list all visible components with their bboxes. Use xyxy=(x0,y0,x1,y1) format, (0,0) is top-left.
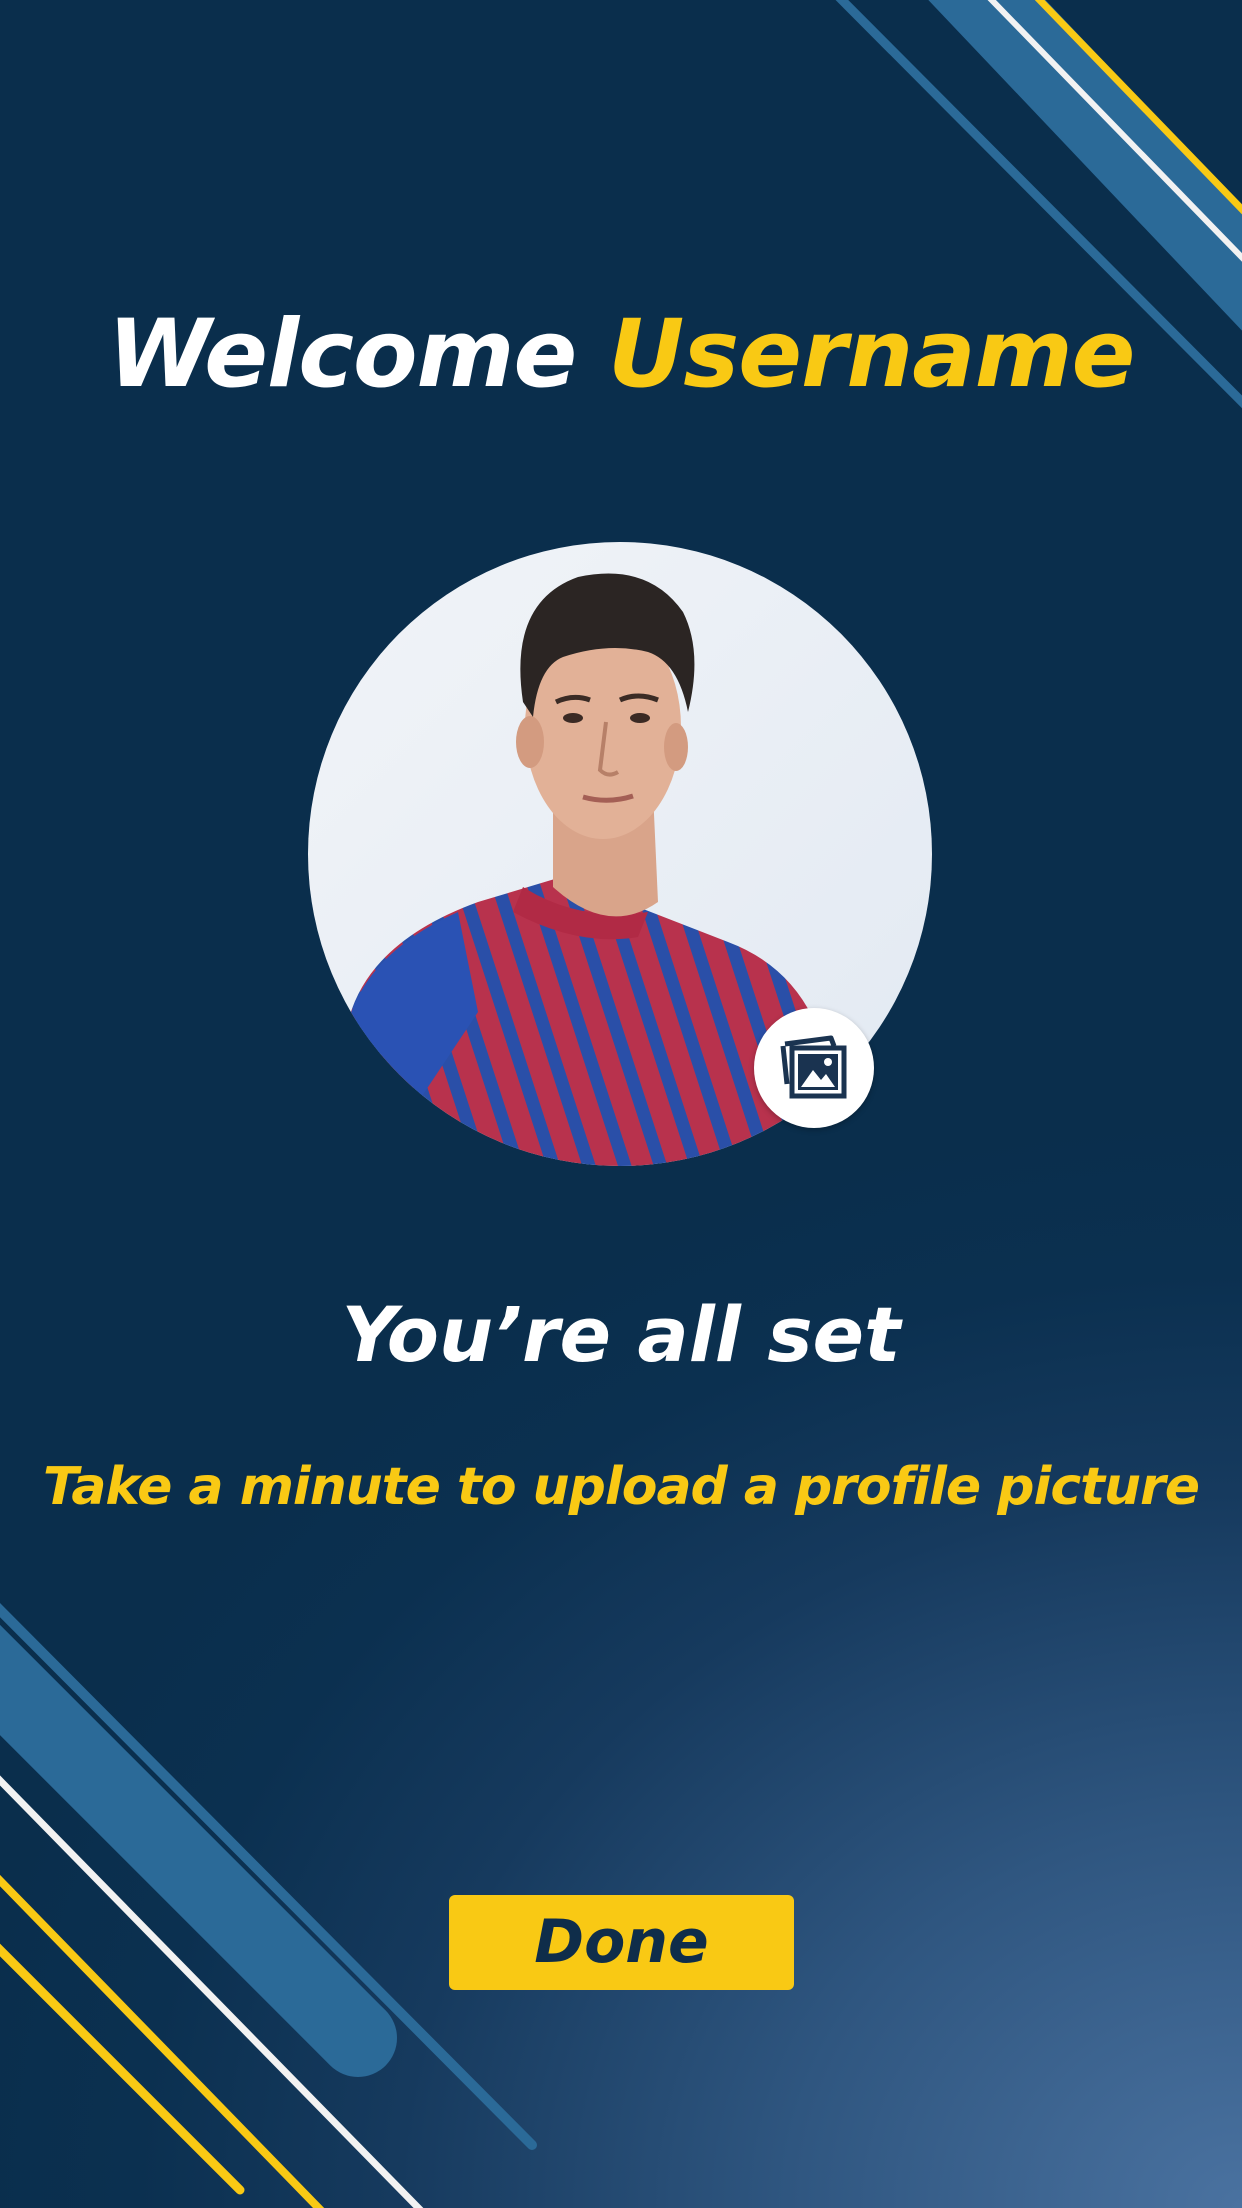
upload-prompt-text: Take a minute to upload a profile pictur… xyxy=(43,1457,1200,1517)
done-button[interactable]: Done xyxy=(449,1895,794,1990)
gallery-icon xyxy=(780,1035,847,1099)
welcome-title: Welcome Username xyxy=(0,290,1242,420)
upload-photo-button[interactable] xyxy=(754,1008,874,1128)
welcome-text: Welcome xyxy=(107,300,578,409)
all-set-heading: You’re all set xyxy=(341,1290,901,1379)
username-text: Username xyxy=(607,300,1135,409)
welcome-screen: Welcome Username You’re all set Take a m… xyxy=(0,0,1242,2208)
